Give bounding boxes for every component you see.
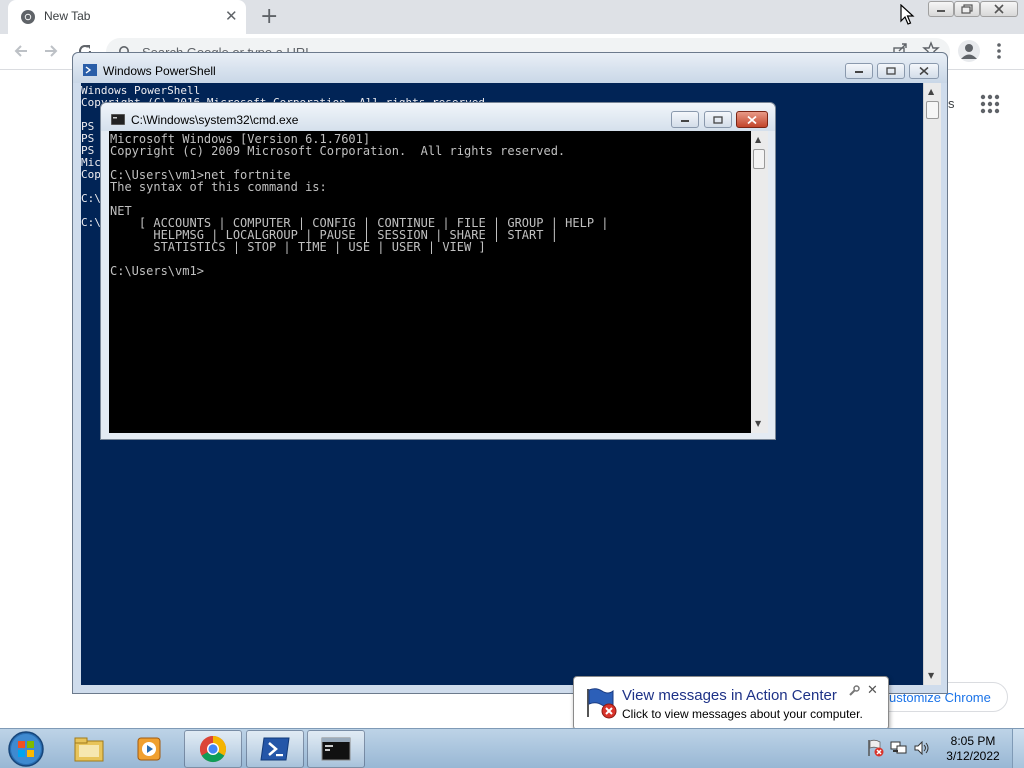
- balloon-text[interactable]: Click to view messages about your comput…: [622, 707, 863, 721]
- chrome-favicon-icon: [20, 9, 36, 25]
- cmd-title: C:\Windows\system32\cmd.exe: [131, 113, 299, 127]
- new-tab-button[interactable]: +: [260, 4, 278, 29]
- cmd-line: [110, 193, 609, 205]
- powershell-scrollbar[interactable]: ▲ ▼: [923, 83, 941, 685]
- cmd-output: Microsoft Windows [Version 6.1.7601] Copy…: [110, 133, 609, 277]
- cmd-scrollbar[interactable]: ▲ ▼: [751, 131, 768, 433]
- taskbar-explorer-button[interactable]: [60, 730, 118, 768]
- scroll-up-icon[interactable]: ▲: [928, 87, 934, 96]
- cmd-icon: [110, 113, 126, 128]
- tray-volume-icon[interactable]: [914, 740, 930, 758]
- tray-network-icon[interactable]: [890, 740, 908, 759]
- powershell-titlebar[interactable]: Windows PowerShell: [73, 53, 947, 83]
- clock-time: 8:05 PM: [950, 734, 996, 748]
- cmd-scroll-thumb[interactable]: [753, 149, 765, 169]
- action-center-flag-icon: [584, 687, 618, 722]
- taskbar-chrome-button[interactable]: [184, 730, 242, 768]
- powershell-title: Windows PowerShell: [103, 64, 216, 78]
- balloon-close-icon[interactable]: ✕: [867, 683, 878, 698]
- chrome-menu-icon[interactable]: [996, 42, 1002, 63]
- powershell-icon: [83, 64, 97, 79]
- chrome-minimize-button[interactable]: [928, 1, 954, 17]
- chrome-restore-button[interactable]: [954, 1, 980, 17]
- scroll-up-icon[interactable]: ▲: [755, 135, 761, 144]
- cmd-maximize-button[interactable]: [704, 111, 732, 128]
- google-apps-icon[interactable]: [980, 94, 1000, 117]
- tab-title: New Tab: [44, 9, 91, 23]
- cmd-line: Copyright (c) 2009 Microsoft Corporation…: [110, 144, 566, 158]
- tab-new-tab[interactable]: New Tab ✕: [8, 0, 246, 34]
- powershell-maximize-button[interactable]: [877, 63, 905, 79]
- tray-action-center-icon[interactable]: [866, 739, 884, 760]
- back-arrow-icon[interactable]: [12, 42, 30, 63]
- mouse-pointer-icon: [900, 3, 916, 29]
- wrench-options-icon[interactable]: [848, 685, 860, 700]
- taskbar-powershell-button[interactable]: [246, 730, 304, 768]
- chrome-close-button[interactable]: [980, 1, 1018, 17]
- taskbar-cmd-button[interactable]: [307, 730, 365, 768]
- scroll-down-icon[interactable]: ▼: [928, 671, 934, 680]
- show-desktop-button[interactable]: [1012, 729, 1024, 768]
- cmd-line: C:\Users\vm1>: [110, 264, 204, 278]
- scroll-down-icon[interactable]: ▼: [755, 419, 761, 428]
- tab-close-icon[interactable]: ✕: [225, 7, 238, 25]
- action-center-notification[interactable]: View messages in Action Center Click to …: [573, 676, 889, 740]
- balloon-title[interactable]: View messages in Action Center: [622, 687, 837, 704]
- powershell-close-button[interactable]: [909, 63, 939, 79]
- forward-arrow-icon[interactable]: [42, 42, 60, 63]
- start-button[interactable]: [6, 730, 46, 768]
- cmd-window[interactable]: C:\Windows\system32\cmd.exe Microsoft Wi…: [100, 102, 776, 440]
- powershell-minimize-button[interactable]: [845, 63, 873, 79]
- taskbar: 8:05 PM 3/12/2022: [0, 728, 1024, 768]
- cmd-console[interactable]: Microsoft Windows [Version 6.1.7601] Copy…: [109, 131, 751, 433]
- chrome-tab-strip: New Tab ✕ +: [0, 0, 1024, 34]
- cmd-line: The syntax of this command is:: [110, 180, 327, 194]
- cmd-minimize-button[interactable]: [671, 111, 699, 128]
- taskbar-media-player-button[interactable]: [120, 730, 178, 768]
- cmd-line: STATISTICS | STOP | TIME | USE | USER | …: [110, 240, 486, 254]
- clock-date: 3/12/2022: [946, 749, 1000, 763]
- cmd-close-button[interactable]: [736, 111, 768, 128]
- profile-avatar-icon[interactable]: [958, 40, 980, 62]
- taskbar-clock[interactable]: 8:05 PM 3/12/2022: [938, 734, 1008, 764]
- cmd-titlebar[interactable]: C:\Windows\system32\cmd.exe: [101, 103, 775, 131]
- powershell-scroll-thumb[interactable]: [926, 101, 939, 119]
- images-link[interactable]: s: [948, 96, 955, 111]
